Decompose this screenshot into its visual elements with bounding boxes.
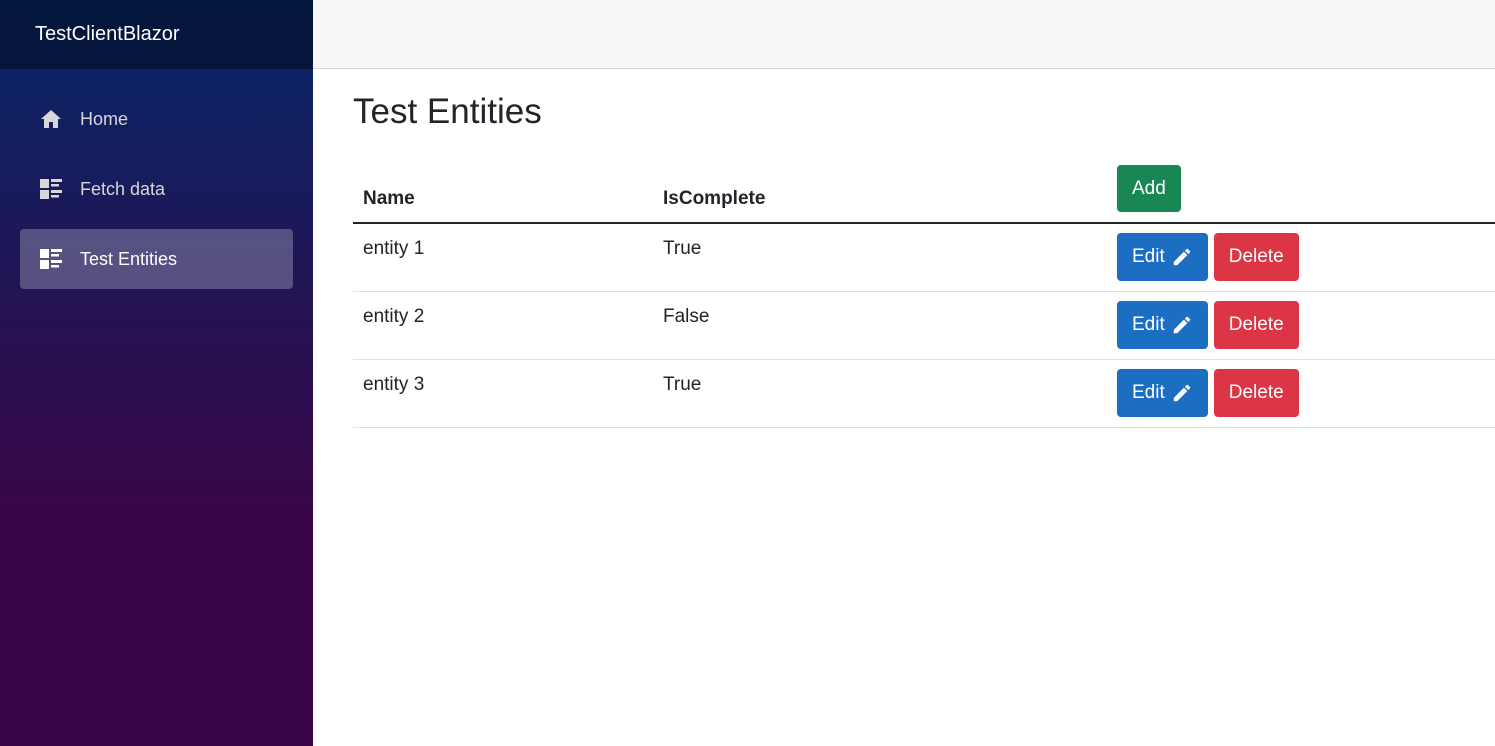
- main-area: Test Entities Name IsComplete Add entity…: [313, 0, 1495, 746]
- content: Test Entities Name IsComplete Add entity…: [313, 69, 1495, 428]
- delete-button[interactable]: Delete: [1213, 233, 1299, 281]
- page-title: Test Entities: [353, 92, 542, 131]
- cell-actions: Edit Delete: [1107, 223, 1495, 292]
- sidebar-item-label: Home: [80, 108, 129, 129]
- header-actions: Add: [1107, 155, 1495, 224]
- app-root: TestClientBlazor Home Fetch data Test En…: [0, 0, 1495, 746]
- header-name: Name: [353, 155, 653, 224]
- table-row: entity 3 True Edit Delete: [353, 359, 1495, 428]
- cell-name: entity 2: [353, 291, 653, 360]
- edit-label: Edit: [1132, 246, 1165, 267]
- sidebar-item-label: Fetch data: [80, 178, 166, 199]
- cell-actions: Edit Delete: [1107, 291, 1495, 360]
- delete-button[interactable]: Delete: [1213, 368, 1299, 417]
- cell-name: entity 3: [353, 359, 653, 428]
- table-row: entity 2 False Edit Delete: [353, 291, 1495, 360]
- cell-is-complete: True: [653, 223, 1107, 292]
- add-button[interactable]: Add: [1117, 165, 1181, 212]
- edit-label: Edit: [1132, 381, 1165, 403]
- cell-name: entity 1: [353, 223, 653, 292]
- pencil-icon: [1171, 314, 1193, 336]
- cell-is-complete: False: [653, 291, 1107, 360]
- delete-button[interactable]: Delete: [1213, 300, 1299, 349]
- list-rich-icon: [39, 247, 63, 271]
- brand-bar: TestClientBlazor: [0, 0, 313, 69]
- brand-link[interactable]: TestClientBlazor: [35, 23, 180, 46]
- sidebar-item-label: Test Entities: [80, 248, 178, 269]
- cell-actions: Edit Delete: [1107, 359, 1495, 428]
- pencil-icon: [1171, 246, 1193, 268]
- header-is-complete: IsComplete: [653, 155, 1107, 224]
- sidebar: TestClientBlazor Home Fetch data Test En…: [0, 0, 313, 746]
- pencil-icon: [1171, 382, 1193, 404]
- home-icon: [39, 107, 63, 131]
- edit-button[interactable]: Edit: [1117, 233, 1208, 281]
- entities-table: Name IsComplete Add entity 1 True Edit D…: [353, 155, 1495, 428]
- list-rich-icon: [39, 177, 63, 201]
- top-row: [313, 0, 1495, 69]
- table-row: entity 1 True Edit Delete: [353, 223, 1495, 292]
- nav-menu: Home Fetch data Test Entities: [0, 69, 313, 289]
- edit-button[interactable]: Edit: [1117, 368, 1208, 417]
- cell-is-complete: True: [653, 359, 1107, 428]
- sidebar-item-fetch-data[interactable]: Fetch data: [20, 159, 293, 219]
- sidebar-item-test-entities[interactable]: Test Entities: [20, 229, 293, 289]
- sidebar-item-home[interactable]: Home: [20, 89, 293, 149]
- edit-button[interactable]: Edit: [1117, 300, 1208, 349]
- table-header-row: Name IsComplete Add: [353, 155, 1495, 224]
- edit-label: Edit: [1132, 313, 1165, 335]
